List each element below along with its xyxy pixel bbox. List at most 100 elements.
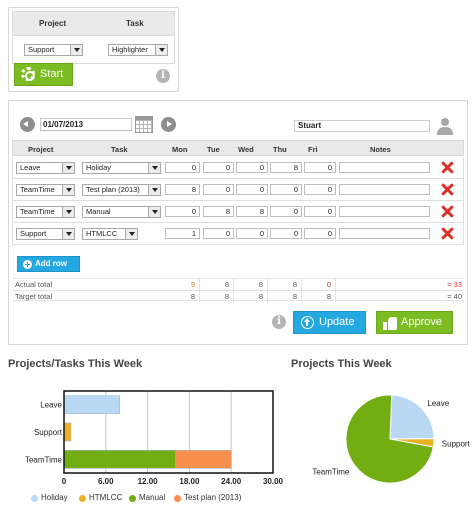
row-project-value: Support — [20, 229, 47, 238]
y-category-label: Leave — [40, 401, 62, 410]
add-row-button[interactable]: Add row — [17, 256, 80, 272]
notes-input[interactable] — [339, 184, 430, 195]
legend-swatch — [174, 495, 181, 502]
timesheet-panel: 01/07/2013 Stuart Project Task Mon Tue W… — [8, 100, 468, 345]
bar — [63, 422, 72, 442]
timer-panel: Project Task Support Highlighter Start i — [8, 7, 179, 92]
notes-input[interactable] — [339, 228, 430, 239]
x-tick-label: 24.00 — [221, 477, 242, 486]
upload-icon — [301, 316, 314, 329]
timer-header-task: Task — [126, 19, 144, 28]
table-row: TeamTime Test plan (2013) 8 0 0 0 0 — [12, 179, 464, 201]
table-row: TeamTime Manual 0 8 8 0 0 — [12, 201, 464, 223]
row-task-value: Test plan (2013) — [86, 185, 140, 194]
user-icon — [437, 118, 453, 135]
timer-project-value: Support — [28, 45, 55, 54]
approve-button[interactable]: Approve — [376, 311, 453, 334]
delete-row-icon[interactable] — [441, 161, 454, 174]
actual-total-thu: 8 — [292, 280, 297, 289]
tue-hours-input[interactable]: 0 — [203, 162, 234, 173]
mon-hours-input[interactable]: 0 — [165, 206, 200, 217]
wed-hours-input[interactable]: 0 — [236, 184, 268, 195]
chevron-down-icon — [148, 163, 160, 173]
info-icon[interactable]: i — [272, 315, 286, 329]
fri-hours-input[interactable]: 0 — [304, 206, 336, 217]
mon-hours-input[interactable]: 8 — [165, 184, 200, 195]
delete-row-icon[interactable] — [441, 227, 454, 240]
tue-hours-input[interactable]: 0 — [203, 228, 234, 239]
row-project-select[interactable]: Support — [16, 228, 75, 240]
wed-hours-input[interactable]: 0 — [236, 228, 268, 239]
timer-task-value: Highlighter — [112, 45, 148, 54]
week-date-input[interactable]: 01/07/2013 — [40, 118, 132, 131]
chevron-down-icon — [148, 207, 160, 217]
legend-label: Holiday — [41, 493, 68, 502]
bar-chart: 0 6.00 12.00 18.00 24.00 30.00 Leave Support Tea… — [25, 390, 284, 486]
pie-label: TeamTime — [312, 467, 350, 476]
y-category-label: Support — [34, 428, 63, 437]
thu-hours-input[interactable]: 8 — [270, 162, 302, 173]
approve-button-label: Approve — [401, 316, 442, 328]
next-week-icon[interactable] — [161, 117, 176, 132]
row-task-value: HTMLCC — [86, 229, 118, 238]
update-button-label: Update — [319, 316, 355, 328]
notes-input[interactable] — [339, 162, 430, 173]
x-tick-label: 6.00 — [98, 477, 114, 486]
wed-hours-input[interactable]: 0 — [236, 162, 268, 173]
bar — [63, 450, 176, 469]
fri-hours-input[interactable]: 0 — [304, 228, 336, 239]
actual-total-sum: = 33 — [447, 280, 462, 289]
thu-hours-input[interactable]: 0 — [270, 228, 302, 239]
fri-hours-input[interactable]: 0 — [304, 184, 336, 195]
info-icon[interactable]: i — [156, 69, 170, 83]
legend-label: Test plan (2013) — [184, 493, 242, 502]
col-wed: Wed — [238, 145, 254, 154]
fri-hours-input[interactable]: 0 — [304, 162, 336, 173]
target-total-wed: 8 — [258, 292, 263, 301]
mon-hours-input[interactable]: 1 — [165, 228, 200, 239]
bar — [63, 395, 120, 414]
y-category-label: TeamTime — [25, 455, 63, 464]
row-project-select[interactable]: TeamTime — [16, 184, 75, 196]
plus-icon — [23, 260, 32, 269]
chevron-down-icon — [125, 229, 137, 239]
row-task-select[interactable]: HTMLCC — [82, 228, 138, 240]
row-task-value: Manual — [86, 207, 111, 216]
row-project-value: TeamTime — [20, 207, 55, 216]
row-project-select[interactable]: TeamTime — [16, 206, 75, 218]
row-task-select[interactable]: Manual — [82, 206, 161, 218]
delete-row-icon[interactable] — [441, 205, 454, 218]
tue-hours-input[interactable]: 0 — [203, 184, 234, 195]
timer-header-project: Project — [39, 19, 67, 28]
row-project-value: Leave — [20, 163, 41, 172]
legend-swatch — [31, 495, 38, 502]
legend-label: Manual — [139, 493, 166, 502]
col-notes: Notes — [370, 145, 391, 154]
wed-hours-input[interactable]: 8 — [236, 206, 268, 217]
actual-total-label: Actual total — [15, 280, 53, 289]
timesheet-header: Project Task Mon Tue Wed Thu Fri Notes — [12, 140, 464, 156]
target-total-sum: = 40 — [447, 292, 462, 301]
target-total-mon: 8 — [190, 292, 195, 301]
row-project-select[interactable]: Leave — [16, 162, 75, 174]
update-button[interactable]: Update — [293, 311, 366, 334]
timer-task-select[interactable]: Highlighter — [108, 44, 168, 56]
timer-project-select[interactable]: Support — [24, 44, 83, 56]
col-project: Project — [28, 145, 54, 154]
mon-hours-input[interactable]: 0 — [165, 162, 200, 173]
tue-hours-input[interactable]: 8 — [203, 206, 234, 217]
user-input[interactable]: Stuart — [294, 120, 430, 132]
previous-week-icon[interactable] — [20, 117, 35, 132]
pie-label: Support — [442, 440, 470, 449]
thu-hours-input[interactable]: 0 — [270, 184, 302, 195]
table-row: Support HTMLCC 1 0 0 0 0 — [12, 223, 464, 245]
thu-hours-input[interactable]: 0 — [270, 206, 302, 217]
start-button[interactable]: Start — [14, 63, 73, 86]
actual-total-row: Actual total 9 8 8 8 0 = 33 — [12, 278, 464, 290]
legend-swatch — [79, 495, 86, 502]
notes-input[interactable] — [339, 206, 430, 217]
row-task-select[interactable]: Holiday — [82, 162, 161, 174]
calendar-icon[interactable] — [135, 116, 153, 133]
delete-row-icon[interactable] — [441, 183, 454, 196]
row-task-select[interactable]: Test plan (2013) — [82, 184, 161, 196]
